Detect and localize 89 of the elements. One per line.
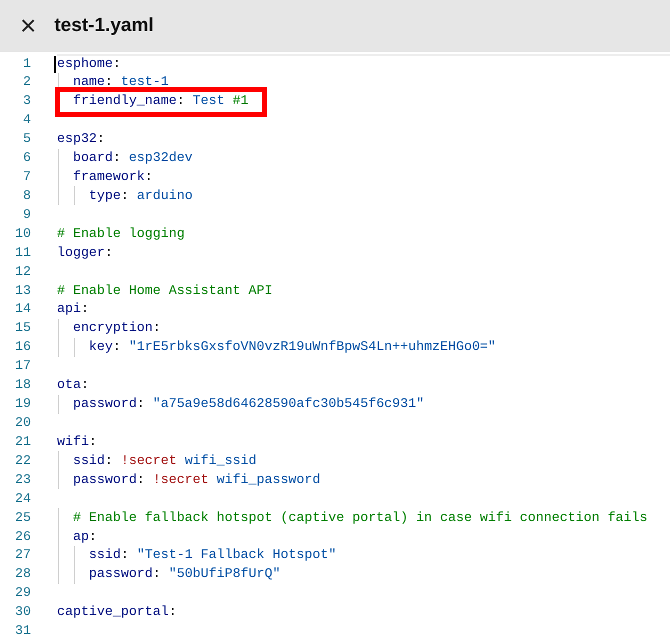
line-number: 9 <box>22 206 31 224</box>
line-number: 10 <box>14 224 31 243</box>
line-number: 26 <box>14 528 31 546</box>
yaml-key: esp32 <box>57 129 97 150</box>
line-number: 24 <box>14 490 31 508</box>
yaml-colon: : <box>88 432 97 451</box>
yaml-key: esphome <box>57 54 113 74</box>
yaml-tag: !secret <box>120 450 177 471</box>
yaml-colon: : <box>96 130 105 148</box>
line-number: 17 <box>14 357 31 376</box>
line-number: 28 <box>14 565 31 584</box>
yaml-key: captive_portal <box>57 602 169 622</box>
yaml-key: ap <box>57 526 89 546</box>
line-number: 27 <box>14 546 31 564</box>
yaml-key: logger <box>57 242 105 263</box>
line-number: 8 <box>22 186 31 205</box>
file-title: test-1.yaml <box>54 14 154 38</box>
line-number: 11 <box>14 244 31 262</box>
yaml-colon: : <box>112 54 121 72</box>
line-number: 23 <box>14 470 31 489</box>
yaml-colon: : <box>104 452 114 470</box>
yaml-key: password <box>57 394 137 414</box>
line-number: 2 <box>22 73 31 92</box>
yaml-key: api <box>57 299 81 320</box>
line-number: 7 <box>22 168 31 186</box>
line-number: 6 <box>22 149 31 168</box>
yaml-key: board <box>57 148 113 168</box>
line-number: 3 <box>22 92 31 110</box>
yaml-key: friendly_name <box>57 91 177 112</box>
yaml-colon: : <box>104 244 113 262</box>
yaml-colon: : <box>88 528 97 546</box>
line-number: 5 <box>22 130 31 148</box>
yaml-colon: : <box>144 168 153 186</box>
yaml-key: framework <box>57 167 145 187</box>
line-number: 21 <box>14 432 31 451</box>
line-number: 4 <box>22 111 31 130</box>
yaml-colon: : <box>120 186 130 205</box>
line-number: 1 <box>22 54 31 72</box>
code-comment: #1 <box>232 92 249 110</box>
line-number: 22 <box>14 452 31 470</box>
yaml-value: wifi_ssid <box>184 452 257 470</box>
yaml-value: arduino <box>136 186 193 205</box>
yaml-key: password <box>57 564 153 584</box>
line-number: 25 <box>14 508 31 527</box>
yaml-value: "Test-1 Fallback Hotspot" <box>136 546 336 564</box>
yaml-colon: : <box>120 546 130 564</box>
yaml-colon: : <box>104 73 114 92</box>
line-number: 12 <box>14 262 31 281</box>
line-number: 13 <box>14 282 31 300</box>
yaml-tag: !secret <box>152 470 209 490</box>
yaml-colon: : <box>112 149 122 168</box>
line-number: 16 <box>14 338 31 356</box>
yaml-key: type <box>57 186 121 206</box>
yaml-colon: : <box>136 470 146 489</box>
yaml-key: ota <box>57 375 81 396</box>
yaml-colon: : <box>152 319 161 338</box>
yaml-colon: : <box>168 603 177 622</box>
yaml-key: ssid <box>57 545 121 566</box>
yaml-value: "50bUfiP8fUrQ" <box>168 565 280 584</box>
yaml-key: encryption <box>57 318 153 338</box>
close-button[interactable]: × <box>20 12 36 40</box>
yaml-value: wifi_password <box>216 470 320 489</box>
line-number: 14 <box>14 300 31 318</box>
yaml-value: "a75a9e58d64628590afc30b545f6c931" <box>152 395 424 414</box>
line-number: 19 <box>14 395 31 414</box>
yaml-key: password <box>57 470 137 490</box>
code-comment: # Enable logging <box>57 224 185 243</box>
yaml-colon: : <box>152 565 162 584</box>
yaml-key: wifi <box>57 432 89 452</box>
yaml-value: Test <box>192 92 226 110</box>
line-number: 15 <box>14 319 31 338</box>
code-comment: # Enable Home Assistant API <box>57 282 272 300</box>
yaml-colon: : <box>112 338 122 356</box>
yaml-key: key <box>57 337 113 358</box>
line-number: 30 <box>14 603 31 622</box>
yaml-value: esp32dev <box>128 149 193 168</box>
line-number: 31 <box>14 622 31 639</box>
yaml-colon: : <box>80 376 89 394</box>
line-number: 18 <box>14 376 31 394</box>
line-number: 29 <box>14 584 31 602</box>
line-number: 20 <box>14 414 31 432</box>
yaml-key: name <box>57 72 105 92</box>
yaml-value: "1rE5rbksGxsfoVN0vzR19uWnfBpwS4Ln++uhmzEHGo0=" <box>128 338 496 356</box>
code-comment: # Enable fallback hotspot (captive portal) in case wifi connection fails <box>72 508 648 527</box>
yaml-key: ssid <box>57 450 105 471</box>
yaml-value: test-1 <box>120 73 169 92</box>
yaml-colon: : <box>176 92 186 110</box>
yaml-colon: : <box>80 300 89 318</box>
yaml-colon: : <box>136 395 146 414</box>
